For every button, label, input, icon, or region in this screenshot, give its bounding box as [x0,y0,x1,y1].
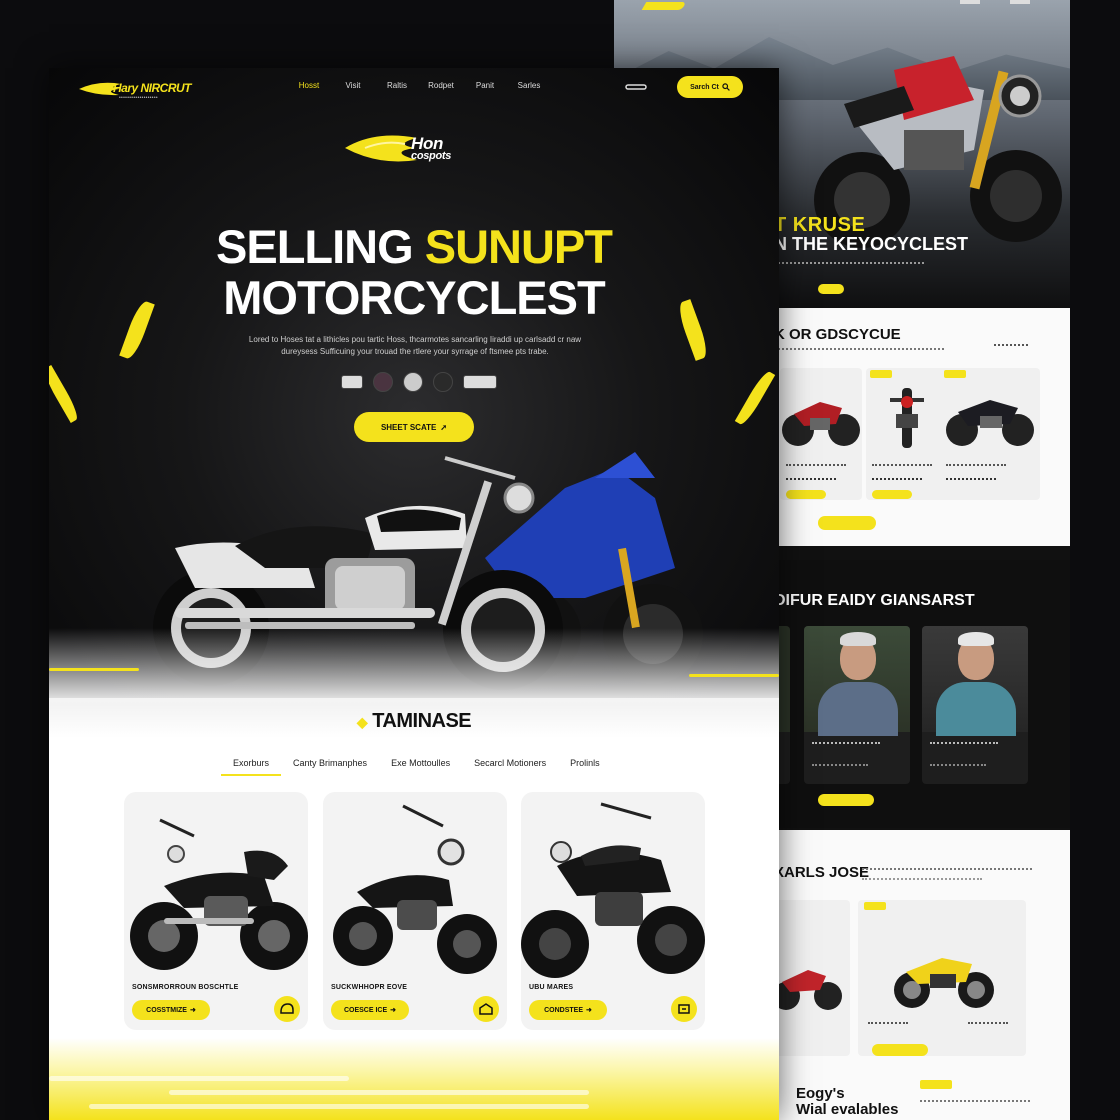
garage-icon[interactable] [473,996,499,1022]
side-product-card[interactable] [780,368,862,500]
brand-badge-icon[interactable] [463,375,497,389]
hero-headline-white: SELLING [216,220,414,273]
nav-item-home[interactable]: Hosst [287,81,331,90]
center-logo-text: Hon cospots [411,134,452,163]
product-card[interactable]: UBU MARES CONDSTEE ➜ [521,792,705,1030]
account-icon[interactable] [625,82,647,92]
hero-headline-line2: MOTORCYCLEST [223,271,605,324]
collection-tabs: Exorburs Canty Brimanphes Exe Mottoulles… [221,758,612,776]
brand-badges [341,372,497,392]
top-navigation: Hary NIRCRUT ••••••••••••••••••• Hosst V… [49,68,779,108]
arrow-right-icon: ➜ [586,1007,592,1014]
side-hero-text [774,262,924,272]
diamond-bullet-icon: ◆ [356,714,368,730]
customize-button-label: CONDSTEE [544,1006,584,1014]
collection-title-text: TAMINASE [372,710,472,732]
hero-headline: SELLING SUNUPT [49,222,779,272]
testimonial-card [922,626,1028,784]
decorative-swoosh-icon [734,369,776,427]
collection-title: ◆ TAMINASE [49,710,779,733]
floor-stripe [49,668,139,671]
tab-canty-brimanphes[interactable]: Canty Brimanphes [281,758,379,776]
floor-stripe [689,674,779,677]
tab-prolinls[interactable]: Prolinls [558,758,612,776]
decorative-swoosh-icon [49,365,82,423]
side-testimonials-button[interactable] [818,794,874,806]
brand-tagline: ••••••••••••••••••• [119,95,158,101]
side-product-card[interactable] [866,368,948,500]
side-product-card[interactable] [940,368,1040,500]
side-featured-title: XARLS JOSE [774,864,870,881]
brand-logo-text[interactable]: Hary NIRCRUT [113,81,192,95]
nav-item-sarles[interactable]: Sarles [507,81,551,90]
nav-item-panit[interactable]: Panit [463,81,507,90]
main-landing-page: Hary NIRCRUT ••••••••••••••••••• Hosst V… [49,68,779,1120]
bobber-bike-image [521,802,705,978]
center-logo-line2: cospots [411,150,452,162]
side-yellow-bike-image [894,958,994,1008]
nav-menu: Hosst Visit Raltis Rodpet Panit Sarles [287,81,551,90]
customize-button[interactable]: CONDSTEE ➜ [529,1000,607,1020]
side-footer-line1: Eogy's [796,1085,845,1102]
tab-exe-mottoulles[interactable]: Exe Mottoulles [379,758,462,776]
arrow-icon: ➚ [440,422,448,432]
product-name: SONSMRORROUN BOSCHTLE [132,984,239,991]
customize-button-label: COESCE ICE [343,1006,388,1014]
side-hero-button[interactable] [818,284,844,294]
brand-badge-icon[interactable] [403,372,423,392]
side-hero-subtitle: N THE KEYOCYCLEST [774,234,969,254]
product-card[interactable]: SUCKWHHOPR EOVE COESCE ICE ➜ [323,792,507,1030]
nav-item-rodpet[interactable]: Rodpet [419,81,463,90]
side-logo-flame-icon [641,2,687,10]
side-view-more-link[interactable] [994,344,1028,350]
hero-cta-label: SHEET SCATE [380,422,437,432]
nav-item-visit[interactable]: Visit [331,81,375,90]
side-featured-button[interactable] [872,1044,928,1056]
search-icon [722,83,730,91]
hero-section: Hary NIRCRUT ••••••••••••••••••• Hosst V… [49,68,779,738]
product-name: UBU MARES [529,984,574,991]
side-featured-card[interactable] [858,900,1026,1056]
brand-badge-icon[interactable] [341,375,363,389]
yellow-footer-band [49,1038,779,1120]
helmet-icon[interactable] [274,996,300,1022]
product-card[interactable]: SONSMRORROUN BOSCHTLE COSSTMIZE ➜ [124,792,308,1030]
brand-badge-icon[interactable] [373,372,393,392]
hero-description: Lored to Hoses tat a lithicles pou tarti… [248,335,582,356]
center-logo-line1: Hon [411,134,444,153]
side-footer-line2: Wial evalables [796,1101,899,1118]
search-button[interactable]: Sarch Ct [677,76,743,98]
hero-headline-yellow: SUNUPT [424,220,613,273]
side-section-title: K OR GDSCYCUE [774,326,901,343]
arrow-right-icon: ➜ [390,1007,397,1014]
cruiser-bike-image [130,818,308,970]
customize-button[interactable]: COESCE ICE ➜ [331,1000,409,1020]
customize-button[interactable]: COSSTMIZE ➜ [132,1000,210,1020]
product-name: SUCKWHHOPR EOVE [331,984,408,991]
testimonial-card [804,626,910,784]
arrow-right-icon: ➜ [189,1007,196,1014]
naked-bike-image [333,804,497,974]
side-section-text [774,348,944,350]
search-button-label: Sarch Ct [690,83,719,91]
side-bike-thumb [782,402,860,446]
tab-exorburs[interactable]: Exorburs [221,758,282,776]
side-bike-thumb [946,400,1034,446]
tag-icon[interactable] [671,996,697,1022]
brand-badge-icon[interactable] [433,372,453,392]
side-view-all-button[interactable] [818,516,876,530]
nav-item-raltis[interactable]: Raltis [375,81,419,90]
side-testimonials-title: DIFUR EAIDY GIANSARST [774,592,975,609]
customize-button-label: COSSTMIZE [146,1006,187,1014]
side-bike-thumb [890,388,924,448]
tab-secarcl-motioners[interactable]: Secarcl Motioners [462,758,558,776]
side-footer-heading: Eogy's Wial evalables [796,1086,898,1118]
